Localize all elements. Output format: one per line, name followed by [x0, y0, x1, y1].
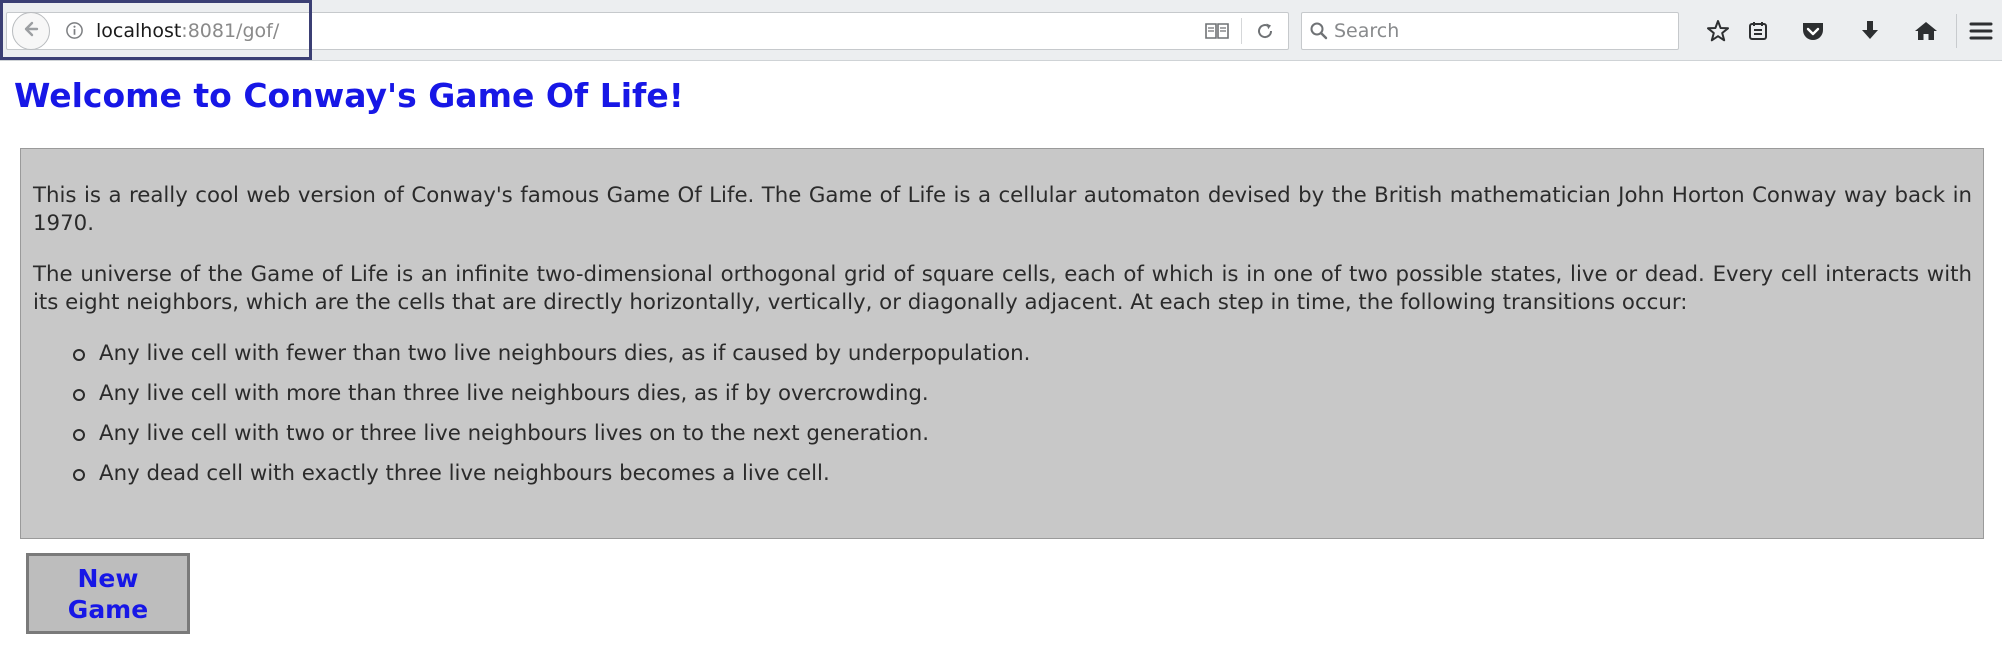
search-icon [1308, 20, 1330, 42]
circle-bullet-icon [73, 389, 85, 401]
rule-item: Any live cell with fewer than two live n… [73, 340, 1972, 380]
library-icon[interactable] [1743, 16, 1773, 46]
browser-toolbar: localhost:8081/gof/ [0, 0, 2002, 61]
hamburger-menu-icon[interactable] [1966, 16, 1996, 46]
download-icon[interactable] [1855, 16, 1885, 46]
rule-item: Any live cell with more than three live … [73, 380, 1972, 420]
circle-bullet-icon [73, 429, 85, 441]
reload-icon[interactable] [1253, 20, 1277, 42]
rule-text: Any live cell with more than three live … [99, 381, 929, 406]
new-game-button[interactable]: New Game [26, 553, 190, 634]
url-separator [1241, 18, 1242, 44]
intro-panel: This is a really cool web version of Con… [20, 148, 1984, 539]
rules-list: Any live cell with fewer than two live n… [33, 340, 1972, 500]
star-icon[interactable] [1703, 16, 1733, 46]
rule-text: Any live cell with two or three live nei… [99, 421, 929, 446]
intro-paragraph-2: The universe of the Game of Life is an i… [33, 262, 1972, 315]
home-icon[interactable] [1911, 16, 1941, 46]
url-highlight-box [0, 0, 312, 60]
rule-text: Any dead cell with exactly three live ne… [99, 461, 830, 486]
rule-text: Any live cell with fewer than two live n… [99, 341, 1031, 366]
reader-view-icon[interactable] [1204, 20, 1230, 42]
intro-paragraph-1: This is a really cool web version of Con… [33, 183, 1972, 236]
toolbar-divider [1956, 14, 1957, 48]
page-title: Welcome to Conway's Game Of Life! [14, 76, 684, 115]
rule-item: Any dead cell with exactly three live ne… [73, 460, 1972, 500]
rule-item: Any live cell with two or three live nei… [73, 420, 1972, 460]
search-input[interactable] [1334, 16, 1664, 46]
pocket-icon[interactable] [1798, 16, 1828, 46]
circle-bullet-icon [73, 349, 85, 361]
new-game-label: New Game [67, 563, 149, 624]
circle-bullet-icon [73, 469, 85, 481]
